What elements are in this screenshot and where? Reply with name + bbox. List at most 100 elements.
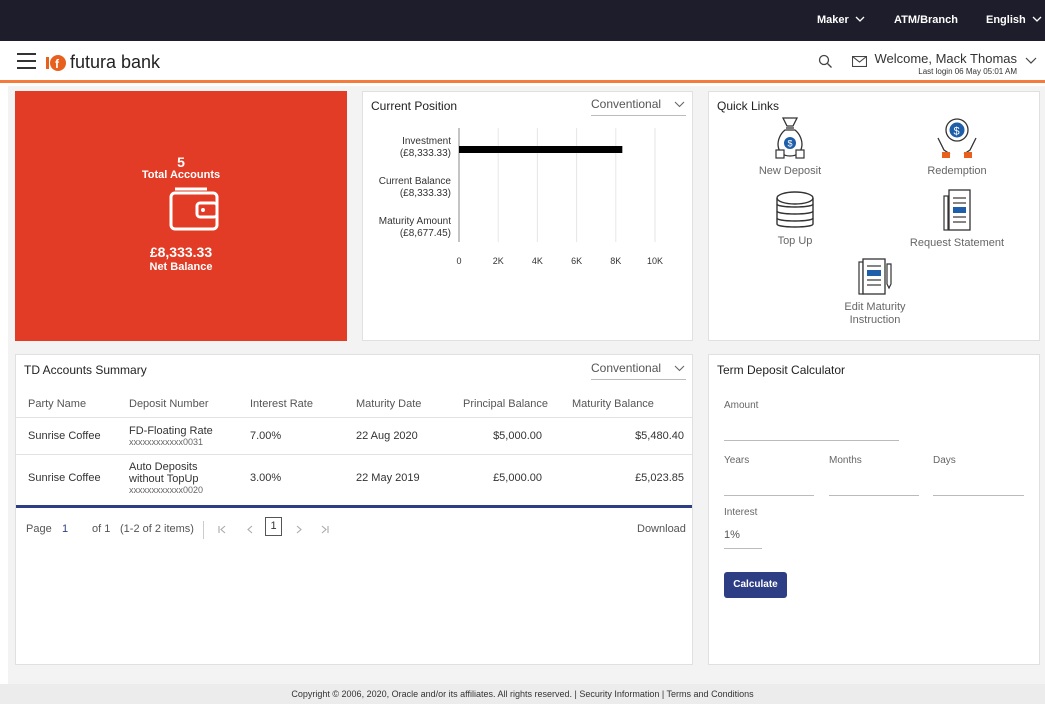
bank-logo[interactable]: f futura bank xyxy=(46,52,160,73)
column-header: Interest Rate xyxy=(250,397,313,410)
column-header: Deposit Number xyxy=(129,397,209,410)
page-count: of 1 xyxy=(92,523,111,535)
table-header-row: Party Name Deposit Number Interest Rate … xyxy=(16,391,692,417)
category-value-label: (£8,677.45) xyxy=(400,228,451,239)
welcome-text: Welcome, Mack Thomas xyxy=(874,51,1017,66)
page-label: Page xyxy=(26,523,52,535)
redemption-icon: $ xyxy=(937,118,977,158)
column-header: Principal Balance xyxy=(463,397,548,410)
maturity-date: 22 May 2019 xyxy=(344,453,451,502)
column-header: Maturity Balance xyxy=(572,397,654,410)
x-tick-label: 0 xyxy=(456,256,461,266)
current-page-button[interactable]: 1 xyxy=(265,517,282,536)
brand-name: futura bank xyxy=(70,52,161,72)
language-dropdown[interactable]: English xyxy=(986,14,1042,26)
user-menu[interactable]: Welcome, Mack Thomas Last login 06 May 0… xyxy=(874,51,1017,76)
net-balance-amount: £8,333.33 xyxy=(149,244,213,260)
td-summary-dropdown[interactable]: Conventional xyxy=(591,361,686,380)
language-label: English xyxy=(986,14,1026,26)
quick-link-request-statement[interactable]: Request Statement xyxy=(905,188,1009,249)
interest-label: Interest xyxy=(724,507,758,518)
quick-links-card: Quick Links $ New Deposit $ Redemption T… xyxy=(708,91,1040,341)
wallet-icon xyxy=(169,187,219,231)
days-label: Days xyxy=(933,455,956,466)
chevron-down-icon xyxy=(675,365,685,372)
table-row[interactable]: Sunrise Coffee FD-Floating Rate xxxxxxxx… xyxy=(16,416,692,454)
footer-text: Copyright © 2006, 2020, Oracle and/or it… xyxy=(0,684,1045,704)
quick-link-label: Redemption xyxy=(927,165,987,177)
table-row[interactable]: Sunrise Coffee Auto Deposits without Top… xyxy=(16,453,692,502)
dropdown-value: Conventional xyxy=(591,361,662,375)
category-label: Maturity Amount xyxy=(379,216,451,227)
quick-link-new-deposit[interactable]: $ New Deposit xyxy=(755,116,825,177)
deposit-number-cell[interactable]: FD-Floating Rate xxxxxxxxxxxx0031 xyxy=(117,416,238,454)
first-page-icon[interactable] xyxy=(218,525,226,534)
statement-icon xyxy=(943,189,971,231)
maturity-balance: $5,480.40 xyxy=(564,416,692,454)
edit-document-icon xyxy=(858,258,892,295)
principal-balance: £5,000.00 xyxy=(451,453,564,502)
quick-link-label: Edit Maturity Instruction xyxy=(844,301,906,326)
years-input[interactable] xyxy=(724,495,814,496)
role-dropdown[interactable]: Maker xyxy=(817,14,865,26)
chevron-down-icon xyxy=(1032,16,1042,22)
party-name: Sunrise Coffee xyxy=(16,453,117,502)
previous-page-icon[interactable] xyxy=(247,525,253,534)
amount-input[interactable] xyxy=(724,440,899,441)
interest-input[interactable]: 1% xyxy=(724,529,740,541)
category-value-label: (£8,333.33) xyxy=(400,148,451,159)
bar xyxy=(459,146,623,153)
principal-balance: $5,000.00 xyxy=(451,416,564,454)
net-balance-label: Net Balance xyxy=(149,261,213,273)
location-link[interactable]: ATM/Branch xyxy=(894,14,958,26)
x-tick-label: 8K xyxy=(610,256,621,266)
deposit-number-cell[interactable]: Auto Deposits without TopUp xxxxxxxxxxxx… xyxy=(117,453,238,502)
td-summary-title: TD Accounts Summary xyxy=(24,363,147,377)
divider xyxy=(203,521,204,539)
quick-link-top-up[interactable]: Top Up xyxy=(755,190,835,247)
quick-links-title: Quick Links xyxy=(717,99,780,113)
maturity-balance: £5,023.85 xyxy=(564,453,692,502)
next-page-icon[interactable] xyxy=(296,525,302,534)
page-number-input[interactable]: 1 xyxy=(62,523,68,535)
accounts-summary-card[interactable]: 5 Total Accounts £8,333.33 Net Balance xyxy=(15,91,347,341)
term-deposit-calculator-card: Term Deposit Calculator Amount Years Mon… xyxy=(708,354,1040,665)
deposit-name-line-2: without TopUp xyxy=(129,473,199,486)
quick-link-redemption[interactable]: $ Redemption xyxy=(917,116,997,177)
deposit-number: xxxxxxxxxxxx0020 xyxy=(129,485,204,496)
item-range: (1-2 of 2 items) xyxy=(120,523,194,535)
days-input[interactable] xyxy=(933,495,1024,496)
interest-rate: 3.00% xyxy=(238,453,344,502)
last-login-text: Last login 06 May 05:01 AM xyxy=(918,67,1017,76)
months-input[interactable] xyxy=(829,495,919,496)
deposit-number: xxxxxxxxxxxx0031 xyxy=(129,436,204,447)
interest-rate: 7.00% xyxy=(238,416,344,454)
party-name: Sunrise Coffee xyxy=(16,416,117,454)
maturity-date: 22 Aug 2020 xyxy=(344,416,451,454)
svg-text:$: $ xyxy=(788,139,793,149)
app-header: f futura bank Welcome, Mack Thomas Last … xyxy=(0,41,1045,83)
quick-link-edit-maturity[interactable]: Edit Maturity Instruction xyxy=(835,258,915,327)
current-position-card: Current Position Conventional 0 2K 4K 6K 8K 1… xyxy=(362,91,693,341)
deposit-name: Auto Deposits xyxy=(129,461,198,474)
total-accounts-count: 5 xyxy=(177,154,185,170)
x-tick-label: 10K xyxy=(647,256,663,266)
column-header: Party Name xyxy=(28,397,87,410)
search-icon[interactable] xyxy=(818,54,833,69)
category-label: Current Balance xyxy=(379,176,452,187)
menu-icon[interactable] xyxy=(17,53,36,69)
money-bag-icon: $ xyxy=(775,117,805,159)
x-tick-label: 6K xyxy=(571,256,582,266)
calculate-button[interactable]: Calculate xyxy=(724,572,787,598)
mail-icon[interactable] xyxy=(852,56,867,67)
x-tick-label: 2K xyxy=(493,256,504,266)
download-link[interactable]: Download xyxy=(637,523,686,535)
deposit-name: FD-Floating Rate xyxy=(129,424,213,437)
coin-stack-icon xyxy=(776,191,814,228)
last-page-icon[interactable] xyxy=(321,525,329,534)
x-tick-label: 4K xyxy=(532,256,543,266)
td-accounts-summary-card: TD Accounts Summary Conventional Party N… xyxy=(15,354,693,665)
years-label: Years xyxy=(724,455,750,466)
current-position-chart: 0 2K 4K 6K 8K 10KInvestment(£8,333.33)Current… xyxy=(379,128,663,266)
chevron-down-icon[interactable] xyxy=(1025,57,1037,65)
